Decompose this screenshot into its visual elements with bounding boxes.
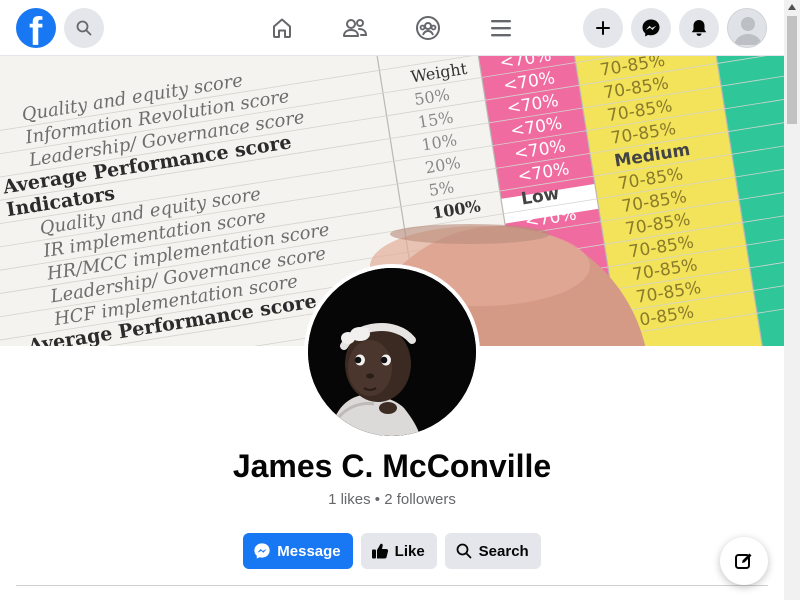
section-divider: [16, 585, 768, 586]
search-icon: [76, 20, 92, 36]
nav-groups-button[interactable]: [408, 8, 448, 48]
baby-photo: [308, 268, 476, 436]
thumbs-up-icon: [371, 542, 389, 560]
new-message-button[interactable]: [720, 537, 768, 585]
home-icon: [273, 18, 291, 38]
like-button-label: Like: [394, 542, 425, 560]
message-button[interactable]: Message: [243, 533, 353, 569]
cover-row-weight: 5%: [427, 177, 455, 200]
facebook-logo-letter: f: [29, 10, 43, 48]
profile-actions: Message Like Search: [0, 533, 784, 569]
messenger-button[interactable]: [631, 8, 671, 48]
top-navigation-bar: f: [0, 0, 784, 56]
nav-friends-button[interactable]: [335, 8, 375, 48]
nav-home-button[interactable]: [262, 8, 302, 48]
like-button[interactable]: Like: [360, 533, 437, 569]
page-scrollbar[interactable]: [784, 0, 800, 600]
message-button-label: Message: [277, 542, 341, 560]
account-button[interactable]: [727, 8, 767, 48]
search-button-label: Search: [478, 542, 529, 560]
scroll-up-arrow[interactable]: [788, 4, 796, 10]
messenger-icon: [253, 542, 271, 560]
search-button[interactable]: [64, 8, 104, 48]
friends-icon: [343, 19, 368, 37]
messenger-icon: [642, 19, 660, 37]
groups-icon: [416, 16, 440, 40]
profile-picture-image: [308, 268, 476, 436]
profile-name: James C. McConville: [232, 448, 552, 484]
scroll-thumb[interactable]: [787, 16, 797, 124]
bell-icon: [691, 20, 707, 36]
nav-menu-button[interactable]: [481, 8, 521, 48]
facebook-logo[interactable]: f: [16, 8, 56, 48]
compose-icon: [735, 553, 752, 569]
menu-icon: [491, 20, 511, 37]
plus-icon: [596, 21, 610, 35]
notifications-button[interactable]: [679, 8, 719, 48]
search-icon: [455, 542, 473, 560]
create-button[interactable]: [583, 8, 623, 48]
avatar-icon: [734, 17, 762, 45]
search-profile-button[interactable]: Search: [444, 533, 541, 569]
profile-stats[interactable]: 1 likes • 2 followers: [0, 491, 784, 508]
cover-head-hairline: [390, 224, 550, 244]
profile-picture[interactable]: [304, 264, 480, 440]
